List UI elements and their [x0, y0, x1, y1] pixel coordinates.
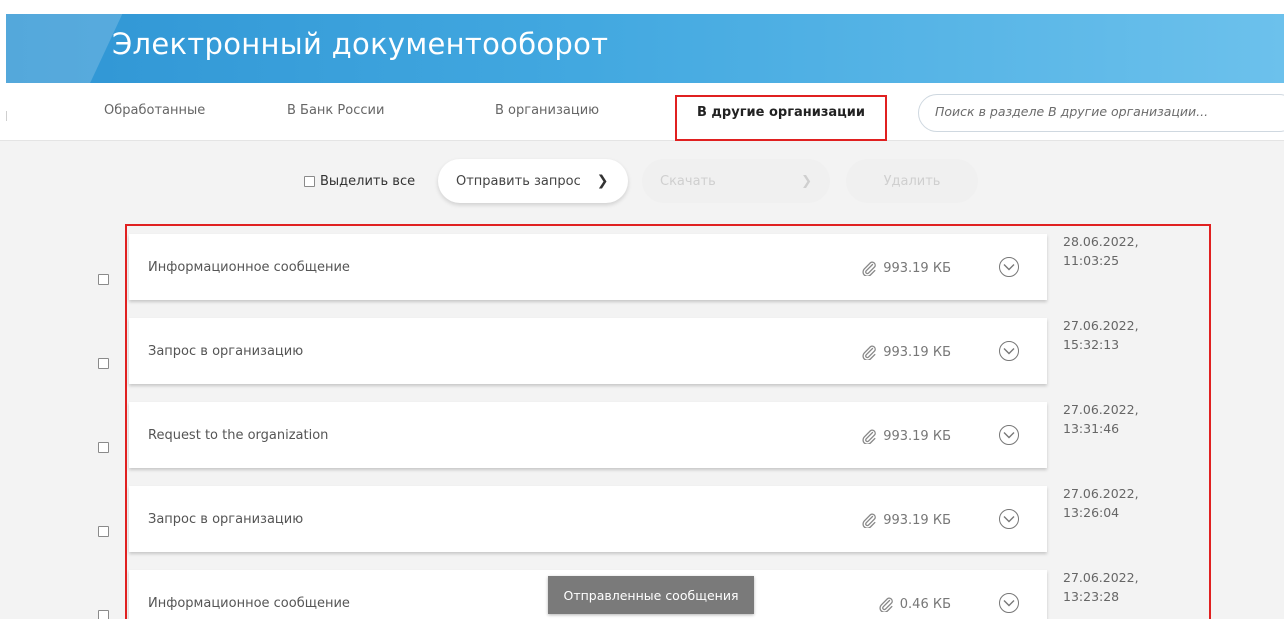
download-button[interactable]: Скачать ❯: [642, 159, 830, 203]
delete-button[interactable]: Удалить: [846, 159, 978, 203]
highlighted-message-list: [125, 224, 1211, 619]
select-all-checkbox[interactable]: [304, 176, 315, 187]
chevron-right-icon: ❯: [801, 173, 812, 189]
tab-processed[interactable]: Обработанные: [104, 103, 205, 118]
send-request-button[interactable]: Отправить запрос ❯: [438, 159, 628, 203]
toast-notification: Отправленные сообщения: [548, 576, 754, 614]
search-input[interactable]: [935, 104, 1275, 119]
tab-to-other-organizations[interactable]: В другие организации: [675, 95, 888, 141]
send-request-label: Отправить запрос: [456, 173, 581, 189]
page-title: Электронный документооборот: [112, 27, 609, 61]
select-all-control[interactable]: Выделить все: [304, 174, 415, 189]
row-checkbox[interactable]: [98, 442, 109, 453]
tab-to-organization[interactable]: В организацию: [495, 103, 599, 118]
row-checkbox[interactable]: [98, 358, 109, 369]
header-banner: Электронный документооборот: [6, 14, 1284, 83]
delete-label: Удалить: [883, 173, 941, 189]
chevron-right-icon: ❯: [596, 173, 609, 189]
row-checkbox[interactable]: [98, 610, 109, 619]
select-all-label: Выделить все: [320, 174, 416, 189]
tabs-left-divider: [6, 111, 7, 121]
search-box[interactable]: [918, 94, 1284, 132]
row-checkbox[interactable]: [98, 526, 109, 537]
download-label: Скачать: [660, 173, 716, 189]
actions-toolbar: Выделить все Отправить запрос ❯ Скачать …: [0, 141, 1284, 221]
tab-to-bank-of-russia[interactable]: В Банк России: [287, 103, 384, 118]
page: Электронный документооборот Обработанные…: [0, 0, 1284, 619]
section-tabs-bar: Обработанные В Банк России В организацию…: [0, 83, 1284, 141]
row-checkbox[interactable]: [98, 274, 109, 285]
